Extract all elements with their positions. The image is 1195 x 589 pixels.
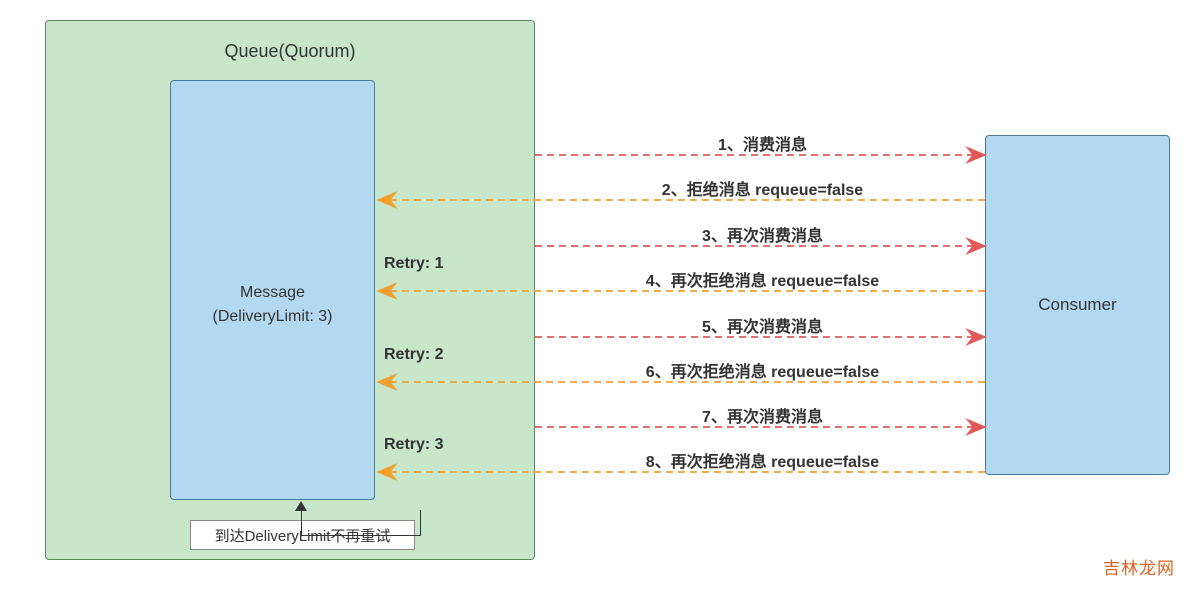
step-2-label: 2、拒绝消息 requeue=false bbox=[540, 176, 985, 200]
message-line1: Message bbox=[240, 284, 305, 301]
consumer-label: Consumer bbox=[1038, 295, 1116, 315]
retry-2-label: Retry: 2 bbox=[384, 346, 444, 364]
consumer-box: Consumer bbox=[985, 135, 1170, 475]
diagram-canvas: Queue(Quorum) Message (DeliveryLimit: 3)… bbox=[0, 0, 1195, 589]
connector-v2 bbox=[301, 510, 302, 536]
step-5-label: 5、再次消费消息 bbox=[540, 313, 985, 337]
connector-v1 bbox=[420, 510, 421, 536]
retry-1-label: Retry: 1 bbox=[384, 255, 444, 273]
watermark: 吉林龙网 bbox=[1103, 554, 1175, 579]
step-4-label: 4、再次拒绝消息 requeue=false bbox=[540, 267, 985, 291]
message-label: Message (DeliveryLimit: 3) bbox=[171, 281, 374, 329]
retry-3-label: Retry: 3 bbox=[384, 436, 444, 454]
message-line2: (DeliveryLimit: 3) bbox=[212, 308, 332, 325]
connector-h bbox=[301, 535, 421, 536]
step-3-label: 3、再次消费消息 bbox=[540, 222, 985, 246]
step-8-label: 8、再次拒绝消息 requeue=false bbox=[540, 448, 985, 472]
step-6-label: 6、再次拒绝消息 requeue=false bbox=[540, 358, 985, 382]
step-7-label: 7、再次消费消息 bbox=[540, 403, 985, 427]
message-box: Message (DeliveryLimit: 3) bbox=[170, 80, 375, 500]
step-1-label: 1、消费消息 bbox=[540, 131, 985, 155]
connector-arrowhead bbox=[295, 501, 307, 511]
queue-title: Queue(Quorum) bbox=[46, 41, 534, 62]
